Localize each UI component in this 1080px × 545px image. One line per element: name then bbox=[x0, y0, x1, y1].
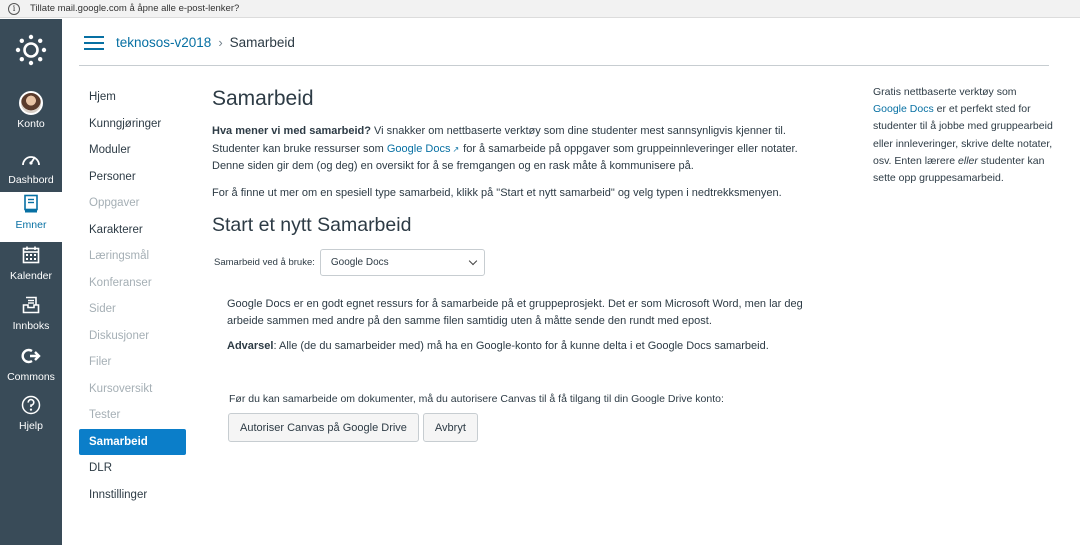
avatar bbox=[19, 91, 43, 115]
course-nav-kursoversikt[interactable]: Kursoversikt bbox=[79, 376, 186, 403]
course-nav-diskusjoner[interactable]: Diskusjoner bbox=[79, 323, 186, 350]
sidebar-help-text: Gratis nettbaserte verktøy som Google Do… bbox=[873, 84, 1053, 187]
calendar-icon bbox=[22, 246, 40, 264]
global-nav-innboks[interactable]: Innboks bbox=[0, 293, 62, 343]
right-sidebar-help: Gratis nettbaserte verktøy som Google Do… bbox=[873, 84, 1053, 187]
collaboration-type-label: Samarbeid ved å bruke: bbox=[214, 257, 315, 268]
course-navigation: Hjem Kunngjøringer Moduler Personer Oppg… bbox=[79, 84, 186, 508]
book-icon bbox=[24, 194, 38, 213]
collaboration-type-value: Google Docs bbox=[330, 257, 389, 268]
authorize-prompt: Før du kan samarbeide om dokumenter, må … bbox=[229, 393, 724, 405]
sidebar-text-italic: eller bbox=[958, 154, 978, 167]
course-nav-tester[interactable]: Tester bbox=[79, 402, 186, 429]
cancel-button[interactable]: Avbryt bbox=[422, 413, 478, 442]
course-nav-sider[interactable]: Sider bbox=[79, 296, 186, 323]
course-nav-hjem[interactable]: Hjem bbox=[79, 84, 186, 111]
course-nav-moduler[interactable]: Moduler bbox=[79, 137, 186, 164]
global-nav-label: Commons bbox=[7, 371, 55, 383]
breadcrumb-separator: › bbox=[218, 35, 223, 50]
breadcrumb-header: teknosos-v2018 › Samarbeid bbox=[62, 19, 1080, 66]
speedometer-icon bbox=[22, 156, 40, 166]
course-nav-samarbeid[interactable]: Samarbeid bbox=[79, 428, 186, 455]
chevron-down-icon bbox=[468, 256, 478, 266]
browser-notification-bar: i Tillate mail.google.com å åpne alle e-… bbox=[0, 0, 1080, 18]
warning-paragraph: Advarsel: Alle (de du samarbeider med) m… bbox=[227, 338, 807, 355]
course-nav-konferanser[interactable]: Konferanser bbox=[79, 270, 186, 297]
google-docs-info: Google Docs er en godt egnet ressurs for… bbox=[227, 296, 807, 355]
google-docs-description: Google Docs er en godt egnet ressurs for… bbox=[227, 298, 803, 327]
warning-label: Advarsel bbox=[227, 340, 274, 352]
course-nav-kunngjoringer[interactable]: Kunngjøringer bbox=[79, 111, 186, 138]
inbox-icon bbox=[22, 296, 40, 314]
info-icon: i bbox=[8, 2, 20, 15]
notification-text: Tillate mail.google.com å åpne alle e-po… bbox=[30, 3, 240, 14]
page-title: Samarbeid bbox=[212, 87, 314, 110]
canvas-logo-icon[interactable] bbox=[15, 34, 47, 66]
course-nav-innstillinger[interactable]: Innstillinger bbox=[79, 482, 186, 509]
global-nav-label: Innboks bbox=[12, 320, 50, 332]
breadcrumb-current: Samarbeid bbox=[229, 35, 295, 50]
course-nav-personer[interactable]: Personer bbox=[79, 164, 186, 191]
sidebar-google-docs-link[interactable]: Google Docs bbox=[873, 103, 934, 115]
authorize-google-drive-button[interactable]: Autoriser Canvas på Google Drive bbox=[228, 413, 419, 442]
global-nav-label: Hjelp bbox=[19, 420, 43, 432]
global-nav-commons[interactable]: Commons bbox=[0, 344, 62, 394]
main-content: Samarbeid Hva mener vi med samarbeid? Vi… bbox=[212, 84, 822, 442]
course-nav-karakterer[interactable]: Karakterer bbox=[79, 217, 186, 244]
global-nav-label: Kalender bbox=[9, 270, 53, 282]
collaboration-type-select[interactable]: Google Docs bbox=[319, 249, 485, 276]
global-navigation: Konto Dashbord Emner Kalender Innboks Co… bbox=[0, 19, 62, 545]
course-nav-laeringsmal[interactable]: Læringsmål bbox=[79, 243, 186, 270]
google-docs-link[interactable]: Google Docs bbox=[387, 143, 451, 155]
header-divider bbox=[79, 65, 1049, 66]
start-collaboration-title: Start et nytt Samarbeid bbox=[212, 214, 412, 236]
sidebar-text-1: Gratis nettbaserte verktøy som bbox=[873, 86, 1017, 98]
global-nav-dashbord[interactable]: Dashbord bbox=[0, 147, 62, 197]
intro-question: Hva mener vi med samarbeid? bbox=[212, 125, 371, 137]
global-nav-label: Emner bbox=[15, 219, 47, 231]
global-nav-hjelp[interactable]: Hjelp bbox=[0, 393, 62, 443]
global-nav-label: Dashbord bbox=[8, 174, 54, 186]
question-icon bbox=[21, 395, 41, 415]
collaboration-type-row: Samarbeid ved å bruke: Google Docs bbox=[212, 249, 822, 276]
global-nav-konto[interactable]: Konto bbox=[0, 91, 62, 141]
hamburger-menu-icon[interactable] bbox=[84, 35, 104, 50]
intro-paragraph: Hva mener vi med samarbeid? Vi snakker o… bbox=[212, 123, 822, 176]
course-nav-oppgaver[interactable]: Oppgaver bbox=[79, 190, 186, 217]
course-nav-filer[interactable]: Filer bbox=[79, 349, 186, 376]
global-nav-label: Konto bbox=[17, 118, 45, 130]
warning-text: : Alle (de du samarbeider med) må ha en … bbox=[273, 340, 769, 352]
global-nav-emner[interactable]: Emner bbox=[0, 192, 62, 242]
global-nav-kalender[interactable]: Kalender bbox=[0, 243, 62, 293]
hint-paragraph: For å finne ut mer om en spesiell type s… bbox=[212, 186, 782, 199]
breadcrumb-course-link[interactable]: teknosos-v2018 bbox=[116, 35, 211, 50]
external-link-icon: ↗ bbox=[452, 144, 460, 154]
course-nav-dlr[interactable]: DLR bbox=[79, 455, 186, 482]
authorize-actions: Autoriser Canvas på Google Drive Avbryt bbox=[228, 413, 478, 442]
commons-icon bbox=[21, 348, 41, 364]
